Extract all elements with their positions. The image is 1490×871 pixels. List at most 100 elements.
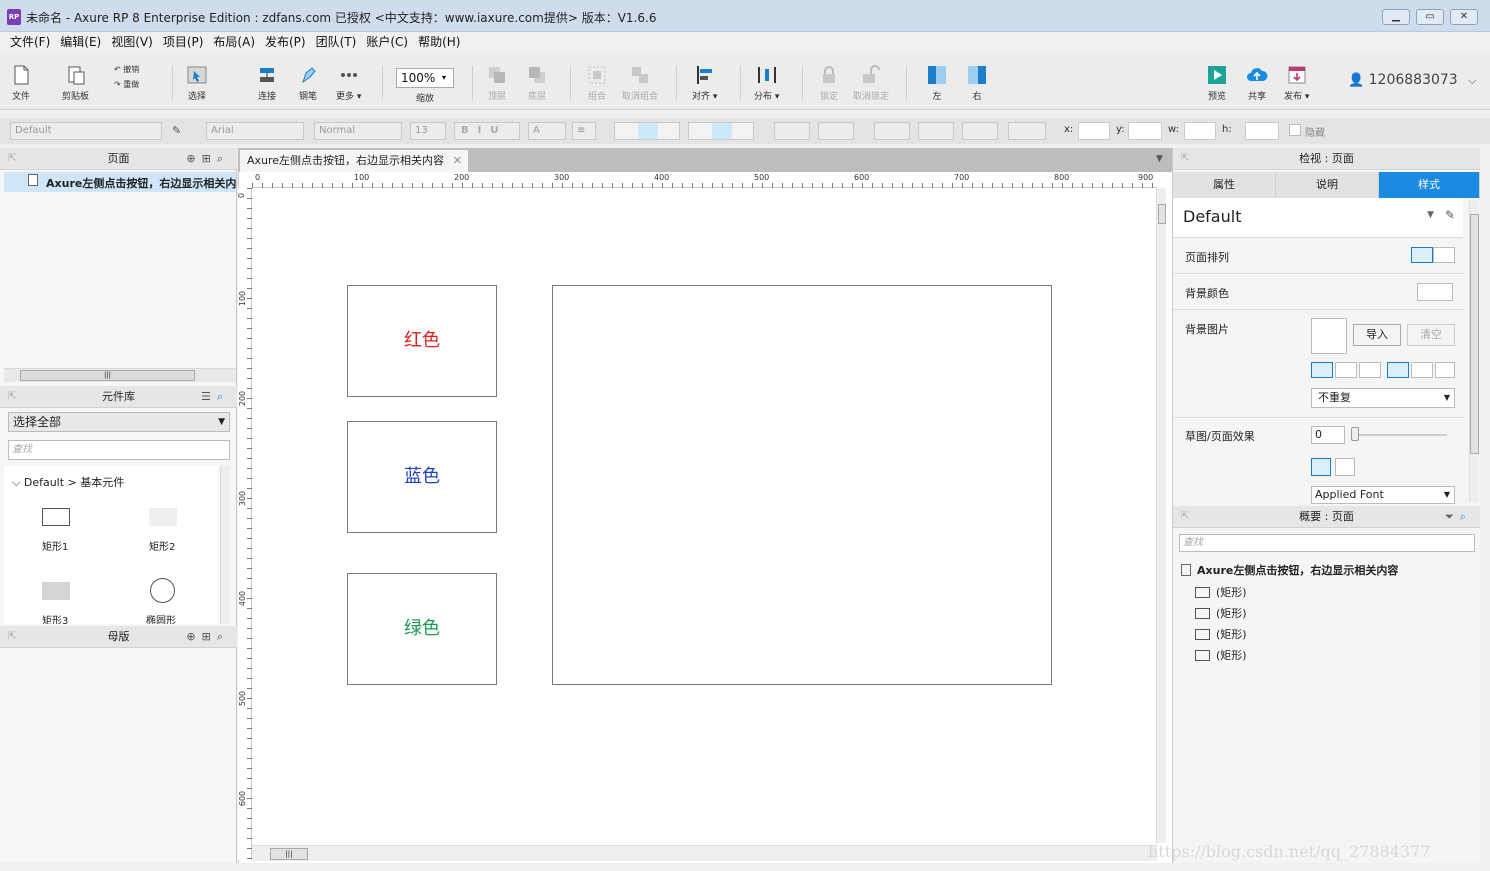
style-name[interactable]: Default (1183, 207, 1241, 226)
import-button[interactable]: 导入 (1353, 324, 1401, 346)
document-tab[interactable]: Axure左侧点击按钮，右边显示相关内容 ✕ (240, 150, 468, 172)
menu-publish[interactable]: 发布(P) (260, 33, 311, 51)
line-style-button[interactable] (962, 122, 998, 140)
bg-color-picker[interactable] (1417, 283, 1453, 301)
menu-account[interactable]: 账户(C) (361, 33, 413, 51)
rectangle3-widget-icon[interactable] (42, 582, 70, 600)
outline-widget-item[interactable]: (矩形) (1195, 584, 1247, 600)
outline-header-icons[interactable]: ⏷⌕ (1445, 506, 1472, 528)
image-align-right-icon[interactable] (1359, 362, 1381, 378)
ellipse-widget-icon[interactable] (150, 578, 175, 603)
font-family-select[interactable]: Arial (206, 122, 304, 140)
green-button-widget[interactable]: 绿色 (347, 573, 497, 685)
unlock-button[interactable]: 取消锁定 (853, 64, 889, 102)
canvas-vscrollbar[interactable] (1156, 188, 1166, 843)
color-mode-icon[interactable] (1311, 458, 1331, 476)
pages-hscrollbar[interactable]: ||| (4, 368, 236, 382)
font-weight-select[interactable]: Normal (314, 122, 402, 140)
menu-edit[interactable]: 编辑(E) (55, 33, 106, 51)
image-valign-bottom-icon[interactable] (1435, 362, 1455, 378)
repeat-select[interactable]: 不重复 ▼ (1311, 388, 1455, 408)
pin-icon[interactable]: ⇱ (1181, 148, 1189, 170)
ungroup-button[interactable]: 取消组合 (622, 64, 658, 102)
style-edit-icon[interactable]: ✎ (1445, 208, 1455, 222)
style-edit-icon[interactable]: ✎ (172, 124, 181, 137)
tab-notes[interactable]: 说明 (1276, 172, 1379, 198)
scroll-thumb[interactable]: ||| (20, 370, 195, 381)
user-account-menu[interactable]: 👤 1206883073 ⌵ (1348, 72, 1477, 88)
red-button-widget[interactable]: 红色 (347, 285, 497, 397)
preview-button[interactable]: 预览 (1206, 64, 1228, 102)
menu-file[interactable]: 文件(F) (5, 33, 55, 51)
width-input[interactable] (1184, 122, 1216, 140)
text-style-buttons[interactable]: BIU (454, 122, 520, 140)
pen-button[interactable]: 钢笔 (297, 64, 319, 102)
image-valign-middle-icon[interactable] (1411, 362, 1433, 378)
send-to-back-button[interactable]: 底层 (526, 64, 548, 102)
group-button[interactable]: 组合 (586, 64, 608, 102)
shadow-button[interactable] (818, 122, 854, 140)
redo-button[interactable]: ↷ 重做 (114, 77, 139, 92)
height-input[interactable] (1245, 122, 1279, 140)
library-search-input[interactable]: 查找 (8, 440, 230, 460)
slider-thumb[interactable] (1351, 427, 1359, 441)
publish-button[interactable]: 发布 ▾ (1284, 64, 1309, 102)
scroll-thumb[interactable] (1470, 214, 1479, 454)
library-group[interactable]: ⌵ Default > 基本元件 (12, 474, 124, 490)
connect-button[interactable]: 连接 (256, 64, 278, 102)
sketch-value-input[interactable]: 0 (1311, 426, 1345, 444)
y-input[interactable] (1128, 122, 1162, 140)
more-button[interactable]: 更多 ▾ (336, 64, 361, 102)
font-select[interactable]: Applied Font ▼ (1311, 486, 1455, 504)
library-select[interactable]: 选择全部 ▼ (8, 412, 230, 432)
menu-help[interactable]: 帮助(H) (413, 33, 465, 51)
vertical-align-buttons[interactable] (688, 122, 754, 140)
chevron-down-icon[interactable]: ▼ (1427, 210, 1434, 220)
x-input[interactable] (1078, 122, 1110, 140)
tab-style[interactable]: 样式 (1379, 172, 1480, 198)
inspector-vscrollbar[interactable] (1469, 200, 1479, 502)
arrow-style-button[interactable] (1008, 122, 1046, 140)
image-align-left-icon[interactable] (1311, 362, 1333, 378)
distribute-button[interactable]: 分布 ▾ (754, 64, 779, 102)
library-vscrollbar[interactable] (220, 466, 230, 624)
outline-widget-item[interactable]: (矩形) (1195, 647, 1247, 663)
pages-header-icons[interactable]: ⊕⊞⌕ (186, 148, 229, 170)
line-color-button[interactable] (874, 122, 910, 140)
font-color-button[interactable]: A (528, 122, 566, 140)
rectangle1-widget-icon[interactable] (42, 508, 70, 526)
masters-header-icons[interactable]: ⊕⊞⌕ (186, 626, 229, 648)
left-panel-toggle[interactable]: 左 (926, 64, 948, 102)
horizontal-align-buttons[interactable] (614, 122, 680, 140)
image-align-center-icon[interactable] (1335, 362, 1357, 378)
tab-properties[interactable]: 属性 (1173, 172, 1276, 198)
bg-image-preview[interactable] (1311, 318, 1347, 354)
style-select[interactable]: Default (10, 122, 162, 140)
pin-icon[interactable]: ⇱ (8, 626, 16, 648)
close-button[interactable]: ✕ (1450, 9, 1478, 25)
zoom-control[interactable]: 100% ▾ 缩放 (396, 68, 454, 104)
blue-button-widget[interactable]: 蓝色 (347, 421, 497, 533)
menu-project[interactable]: 项目(P) (158, 33, 209, 51)
image-valign-top-icon[interactable] (1387, 362, 1409, 378)
page-item[interactable]: Axure左侧点击按钮，右边显示相关内容 (4, 172, 236, 192)
bring-to-front-button[interactable]: 顶层 (486, 64, 508, 102)
clipboard-button[interactable]: 剪贴板 (62, 64, 89, 102)
font-size-select[interactable]: 13 (410, 122, 446, 140)
outline-page-item[interactable]: Axure左侧点击按钮，右边显示相关内容 (1181, 562, 1398, 578)
align-left-page-icon[interactable] (1411, 247, 1433, 263)
scroll-thumb[interactable] (1158, 204, 1166, 224)
pin-icon[interactable]: ⇱ (8, 386, 16, 408)
canvas-hscrollbar[interactable]: ||| (252, 845, 1157, 861)
fill-color-button[interactable] (774, 122, 810, 140)
content-area-widget[interactable] (552, 285, 1052, 685)
rectangle2-widget-icon[interactable] (149, 508, 177, 526)
pin-icon[interactable]: ⇱ (8, 148, 16, 170)
line-width-button[interactable] (918, 122, 954, 140)
menu-team[interactable]: 团队(T) (311, 33, 362, 51)
close-icon[interactable]: ✕ (453, 150, 462, 172)
outline-widget-item[interactable]: (矩形) (1195, 626, 1247, 642)
sketch-slider[interactable] (1355, 434, 1447, 436)
hidden-checkbox[interactable] (1289, 124, 1301, 136)
tab-menu-icon[interactable]: ▼ (1156, 154, 1163, 164)
